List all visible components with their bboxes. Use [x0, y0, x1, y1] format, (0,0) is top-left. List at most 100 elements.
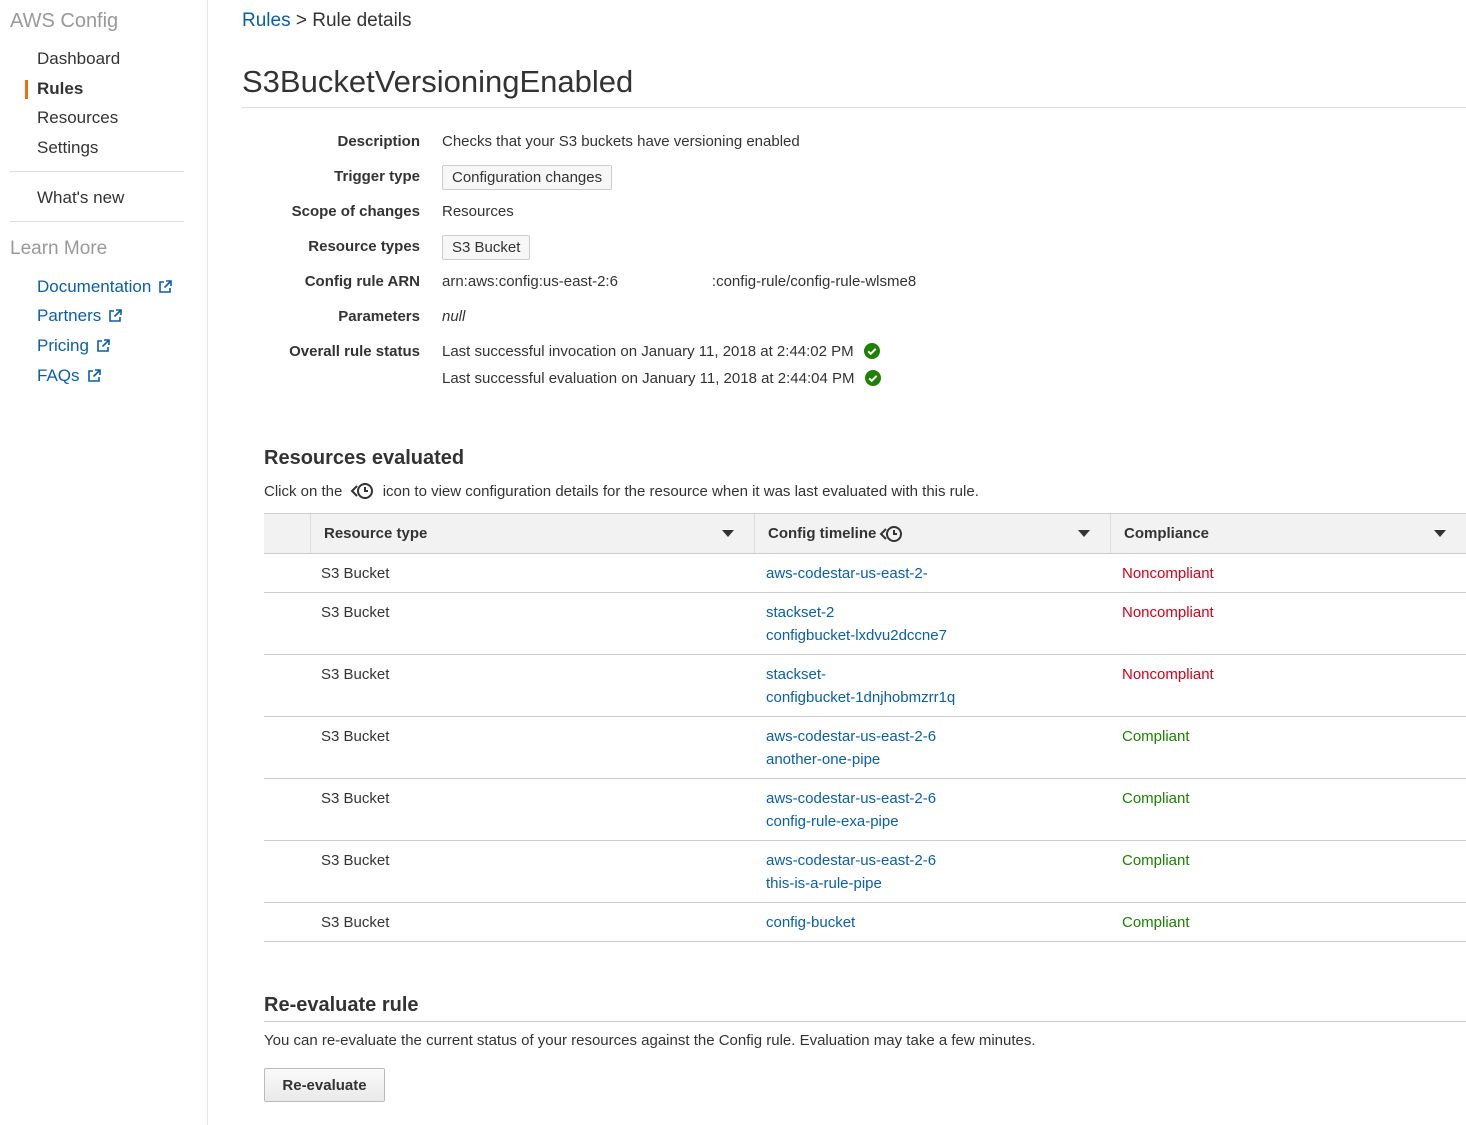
sidebar: AWS Config Dashboard Rules Resources Set…: [0, 0, 208, 1125]
resource-type-tag: S3 Bucket: [442, 235, 531, 260]
resources-evaluated-desc: Click on the icon to view configuration …: [264, 482, 979, 500]
rule-status-label: Overall rule status: [289, 343, 420, 360]
resource-name-line: this-is-a-rule-pipe: [766, 875, 882, 892]
resource-types-value: S3 Bucket: [442, 235, 531, 260]
row-resource-type: S3 Bucket: [321, 604, 390, 621]
link-faqs-label: FAQs: [37, 366, 80, 385]
link-partners[interactable]: Partners: [37, 306, 123, 326]
resource-name-line: config-bucket: [766, 914, 856, 931]
description-label: Description: [337, 133, 420, 150]
row-resource-type: S3 Bucket: [321, 852, 390, 869]
resource-name-line: config-rule-exa-pipe: [766, 813, 899, 830]
breadcrumb-rules-link[interactable]: Rules: [242, 10, 291, 31]
resource-name-line: aws-codestar-us-east-2-6: [766, 852, 937, 869]
table-row: S3 Bucket stackset-configbucket-1dnjhobm…: [264, 655, 1466, 717]
breadcrumb-separator: >: [295, 10, 307, 31]
trigger-type-tag: Configuration changes: [442, 165, 613, 190]
invocation-status-text: Last successful invocation on January 11…: [442, 343, 854, 360]
table-row: S3 Bucket aws-codestar-us-east-2-6 config…: [264, 779, 1466, 841]
row-compliance-status: Compliant: [1122, 728, 1190, 745]
desc-before: Click on the: [264, 483, 343, 500]
resource-name-line: stackset-: [766, 666, 827, 683]
reevaluate-divider: [264, 1021, 1466, 1022]
caret-down-icon: [722, 530, 734, 537]
resource-name-line: aws-codestar-us-east-2-6: [766, 728, 937, 745]
row-compliance-status: Compliant: [1122, 852, 1190, 869]
scope-label: Scope of changes: [291, 203, 420, 220]
evaluation-status-text: Last successful evaluation on January 11…: [442, 370, 855, 387]
row-compliance-status: Compliant: [1122, 914, 1190, 931]
table-row: S3 Bucket aws-codestar-us-east-2-6 this-i…: [264, 841, 1466, 903]
reevaluate-heading: Re-evaluate rule: [264, 994, 419, 1016]
row-resource-link[interactable]: aws-codestar-us-east-2-6 another-one-pipe: [766, 725, 936, 771]
table-header: Resource type Config timeline Compliance: [264, 513, 1466, 554]
desc-after: icon to view configuration details for t…: [382, 483, 979, 500]
trigger-type-label: Trigger type: [334, 168, 420, 185]
row-resource-link[interactable]: aws-codestar-us-east-2-6 this-is-a-rule-p…: [766, 849, 936, 895]
resource-name-line: configbucket-1dnjhobmzrr1q: [766, 689, 956, 706]
evaluation-status: Last successful evaluation on January 11…: [442, 370, 881, 387]
parameters-value: null: [442, 308, 466, 325]
row-resource-link[interactable]: stackset-2 configbucket-lxdvu2dccne7: [766, 601, 947, 647]
breadcrumb-current: Rule details: [312, 10, 412, 31]
row-resource-link[interactable]: aws-codestar-us-east-2-: [766, 562, 928, 585]
caret-down-icon: [1434, 530, 1446, 537]
sidebar-item-settings[interactable]: Settings: [37, 138, 98, 158]
arn-value: arn:aws:config:us-east-2:6 :config-rule/c…: [442, 273, 916, 290]
link-documentation[interactable]: Documentation: [37, 277, 173, 297]
column-resource-type[interactable]: Resource type: [310, 514, 754, 553]
sidebar-item-resources[interactable]: Resources: [37, 108, 118, 128]
row-resource-link[interactable]: stackset-configbucket-1dnjhobmzrr1q: [766, 663, 955, 709]
row-resource-type: S3 Bucket: [321, 728, 390, 745]
external-link-icon: [109, 309, 123, 322]
trigger-type-value: Configuration changes: [442, 165, 613, 190]
reevaluate-desc: You can re-evaluate the current status o…: [264, 1032, 1036, 1049]
link-partners-label: Partners: [37, 306, 102, 325]
external-link-icon: [159, 280, 173, 293]
caret-down-icon: [1078, 530, 1090, 537]
link-faqs[interactable]: FAQs: [37, 366, 102, 386]
table-row: S3 Bucket aws-codestar-us-east-2-6 anothe…: [264, 717, 1466, 779]
external-link-icon: [97, 339, 110, 352]
description-value: Checks that your S3 buckets have version…: [442, 133, 800, 150]
table-row: S3 Bucket config-bucket Compliant: [264, 903, 1466, 942]
external-link-icon: [87, 369, 101, 382]
sidebar-item-whats-new[interactable]: What's new: [37, 188, 124, 208]
link-documentation-label: Documentation: [37, 277, 152, 296]
link-pricing-label: Pricing: [37, 336, 89, 355]
row-compliance-status: Noncompliant: [1122, 565, 1214, 582]
table-row: S3 Bucket stackset-2 configbucket-lxdvu2d…: [264, 593, 1466, 655]
check-circle-icon: [864, 370, 881, 386]
row-resource-type: S3 Bucket: [321, 914, 390, 931]
row-resource-type: S3 Bucket: [321, 666, 390, 683]
config-timeline-icon: [350, 483, 373, 499]
link-pricing[interactable]: Pricing: [37, 336, 111, 356]
column-resource-type-label: Resource type: [324, 525, 428, 542]
row-compliance-status: Noncompliant: [1122, 666, 1214, 683]
invocation-status: Last successful invocation on January 11…: [442, 343, 880, 360]
row-resource-link[interactable]: aws-codestar-us-east-2-6 config-rule-exa-…: [766, 787, 936, 833]
check-circle-icon: [863, 343, 880, 359]
column-config-timeline-label: Config timeline: [768, 525, 877, 542]
resource-types-label: Resource types: [308, 238, 420, 255]
sidebar-item-rules[interactable]: Rules: [37, 79, 83, 99]
page-title: S3BucketVersioningEnabled: [242, 64, 634, 99]
row-compliance-status: Compliant: [1122, 790, 1190, 807]
table-row: S3 Bucket aws-codestar-us-east-2- Noncom…: [264, 554, 1466, 593]
row-resource-link[interactable]: config-bucket: [766, 911, 855, 934]
arn-label: Config rule ARN: [304, 273, 420, 290]
sidebar-item-dashboard[interactable]: Dashboard: [37, 49, 120, 69]
resources-evaluated-heading: Resources evaluated: [264, 447, 465, 469]
resource-name-line: aws-codestar-us-east-2-: [766, 565, 928, 582]
row-resource-type: S3 Bucket: [321, 790, 390, 807]
reevaluate-button[interactable]: Re-evaluate: [264, 1068, 385, 1102]
sidebar-divider: [10, 221, 184, 222]
row-compliance-status: Noncompliant: [1122, 604, 1214, 621]
breadcrumb: Rules > Rule details: [242, 10, 412, 32]
parameters-label: Parameters: [338, 308, 420, 325]
column-compliance[interactable]: Compliance: [1110, 514, 1466, 553]
resources-table: Resource type Config timeline Compliance…: [264, 513, 1466, 942]
column-config-timeline[interactable]: Config timeline: [754, 514, 1110, 553]
arn-prefix: arn:aws:config:us-east-2:6: [442, 273, 618, 290]
arn-suffix: :config-rule/config-rule-wlsme8: [711, 273, 917, 290]
